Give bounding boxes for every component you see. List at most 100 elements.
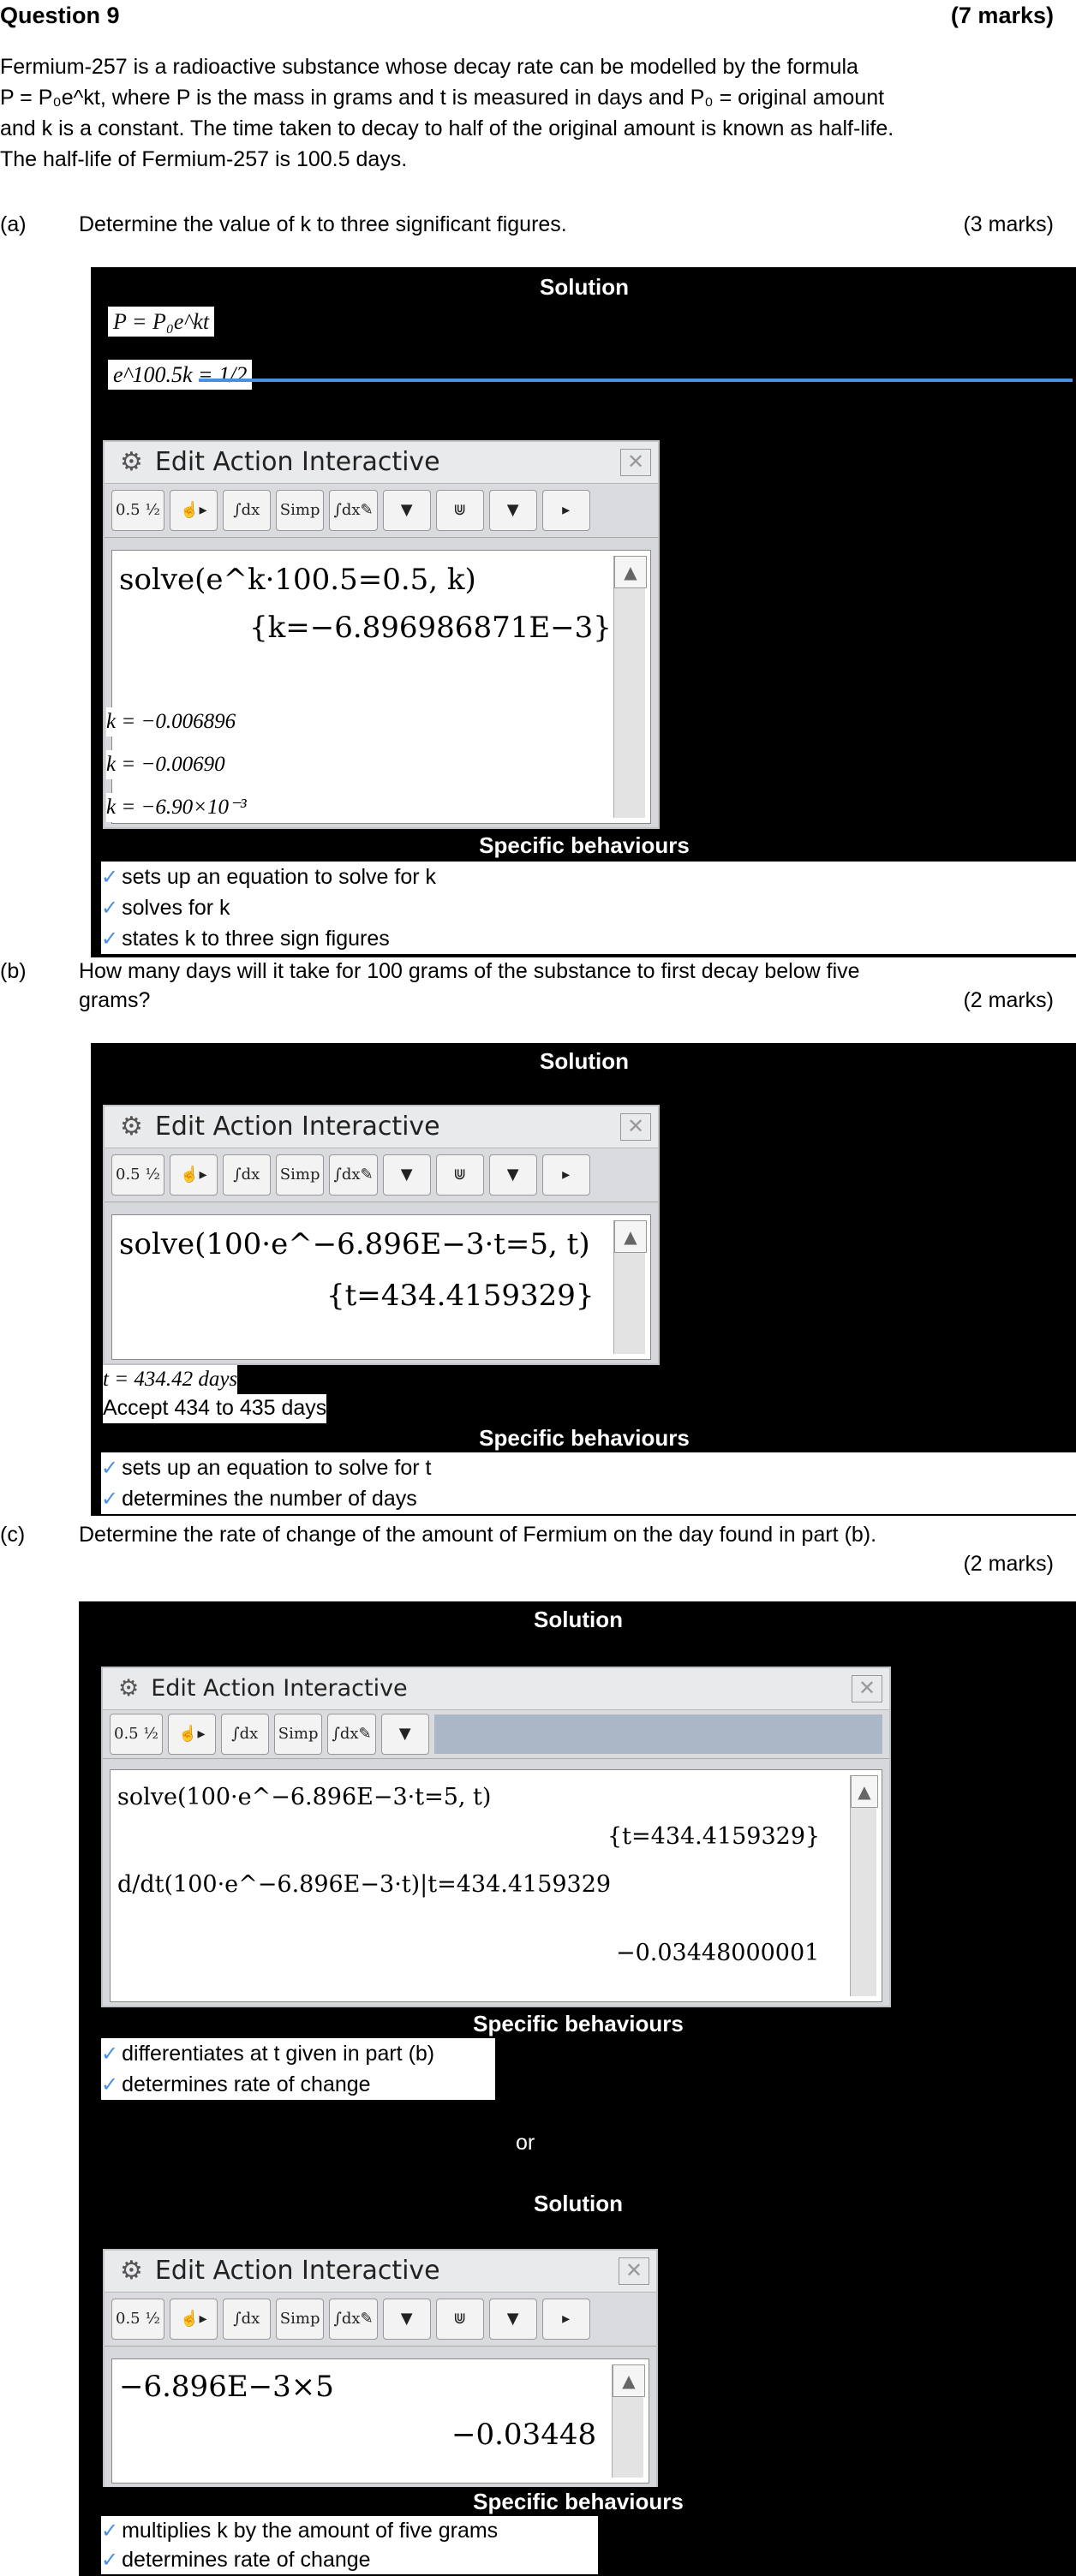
part-b-behaviours: ✓ sets up an equation to solve for t ✓ det… bbox=[101, 1452, 1076, 1514]
integral-edit-button[interactable]: ∫dx✎ bbox=[329, 490, 378, 531]
part-a-answer-1: k = −0.006896 bbox=[106, 707, 236, 736]
calculator-window-c: ⚙ Edit Action Interactive ✕ 0.5 ½ ☝▸ ∫dx S… bbox=[101, 1667, 891, 2007]
calculator-window-c2: ⚙ Edit Action Interactive ✕ 0.5 ½ ☝▸ ∫dx S… bbox=[103, 2249, 658, 2489]
check-icon: ✓ bbox=[101, 2549, 119, 2572]
calc-work-area[interactable]: solve(100·e^−6.896E−3·t=5, t) {t=434.415… bbox=[111, 1214, 651, 1360]
behaviour-item: ✓ states k to three sign figures bbox=[101, 927, 390, 951]
calc-work-area[interactable]: −6.896E−3×5 −0.03448 ▲ bbox=[111, 2358, 649, 2484]
scrollbar[interactable]: ▲ bbox=[850, 1775, 878, 1996]
dropdown-button[interactable]: ▼ bbox=[382, 1154, 431, 1196]
integral-edit-button[interactable]: ∫dx✎ bbox=[327, 1714, 376, 1755]
calc-menu[interactable]: Edit Action Interactive bbox=[155, 1112, 440, 1142]
part-a-behaviours: ✓ sets up an equation to solve for k ✓ sol… bbox=[101, 862, 1076, 954]
part-a-question: Determine the value of k to three signif… bbox=[79, 212, 567, 236]
dropdown-button[interactable]: ▼ bbox=[382, 2299, 431, 2340]
calc-input: −6.896E−3×5 bbox=[119, 2370, 334, 2404]
integral-edit-button[interactable]: ∫dx✎ bbox=[329, 1154, 378, 1196]
integral-button[interactable]: ∫dx bbox=[222, 490, 271, 531]
dropdown-button-2[interactable]: ▼ bbox=[488, 2299, 537, 2340]
scroll-up-icon[interactable]: ▲ bbox=[614, 556, 647, 588]
calc-work-area[interactable]: solve(100·e^−6.896E−3·t=5, t) {t=434.415… bbox=[110, 1769, 882, 2002]
fraction-button[interactable]: 0.5 ½ bbox=[111, 490, 164, 531]
hand-button[interactable]: ☝▸ bbox=[169, 1154, 218, 1196]
check-icon: ✓ bbox=[101, 1457, 119, 1480]
close-icon[interactable]: ✕ bbox=[620, 449, 651, 476]
part-b-answer-2: Accept 434 to 435 days bbox=[103, 1394, 327, 1423]
scrollbar[interactable]: ▲ bbox=[613, 1220, 647, 1354]
next-button[interactable]: ▸ bbox=[541, 490, 590, 531]
intro-line-2: P = P₀e^kt, where P is the mass in grams… bbox=[0, 86, 885, 110]
part-c-solution-title-2: Solution bbox=[81, 2189, 1076, 2218]
part-b-marks: (2 marks) bbox=[963, 988, 1054, 1012]
integral-edit-button[interactable]: ∫dx✎ bbox=[329, 2299, 378, 2340]
graph-button[interactable]: ⋓ bbox=[435, 2299, 484, 2340]
divider-line bbox=[199, 379, 1073, 382]
part-b-answer-1: t = 434.42 days bbox=[103, 1365, 238, 1394]
next-button[interactable]: ▸ bbox=[541, 2299, 590, 2340]
close-icon[interactable]: ✕ bbox=[852, 1675, 882, 1702]
fraction-button[interactable]: 0.5 ½ bbox=[111, 1154, 164, 1196]
simp-button[interactable]: Simp bbox=[275, 2299, 325, 2340]
behaviour-item: ✓ sets up an equation to solve for t bbox=[101, 1456, 432, 1480]
gear-icon[interactable]: ⚙ bbox=[118, 1675, 139, 1702]
calc-input: solve(e^k·100.5=0.5, k) bbox=[119, 563, 476, 597]
part-c-marks: (2 marks) bbox=[963, 1552, 1054, 1576]
calc-output: {k=−6.896986871E−3} bbox=[249, 611, 612, 645]
calc-menu[interactable]: Edit Action Interactive bbox=[155, 447, 440, 477]
graph-button[interactable]: ⋓ bbox=[435, 1154, 484, 1196]
calc-input: solve(100·e^−6.896E−3·t=5, t) bbox=[119, 1227, 590, 1261]
simp-button[interactable]: Simp bbox=[275, 1154, 325, 1196]
scroll-up-icon[interactable]: ▲ bbox=[851, 1775, 878, 1808]
scrollbar[interactable]: ▲ bbox=[612, 2364, 645, 2478]
scroll-up-icon[interactable]: ▲ bbox=[614, 1220, 647, 1253]
simp-button[interactable]: Simp bbox=[273, 1714, 323, 1755]
close-icon[interactable]: ✕ bbox=[620, 1113, 651, 1141]
scroll-up-icon[interactable]: ▲ bbox=[613, 2364, 645, 2397]
check-icon: ✓ bbox=[101, 897, 119, 920]
part-a-behaviours-title: Specific behaviours bbox=[93, 831, 1076, 860]
part-a-marks: (3 marks) bbox=[963, 212, 1054, 236]
integral-button[interactable]: ∫dx bbox=[222, 1154, 271, 1196]
part-a-answer-3: k = −6.90×10⁻³ bbox=[106, 793, 247, 822]
or-label: or bbox=[516, 2131, 535, 2155]
part-c-solution-title: Solution bbox=[81, 1605, 1076, 1634]
graph-button[interactable]: ⋓ bbox=[435, 490, 484, 531]
check-icon: ✓ bbox=[101, 927, 119, 951]
integral-button[interactable]: ∫dx bbox=[220, 1714, 269, 1755]
behaviour-item: ✓ determines the number of days bbox=[101, 1487, 417, 1511]
part-b-question-2: grams? bbox=[79, 988, 151, 1012]
gear-icon[interactable]: ⚙ bbox=[120, 2256, 143, 2286]
calc-work-area[interactable]: solve(e^k·100.5=0.5, k) {k=−6.896986871E… bbox=[111, 550, 651, 824]
gear-icon[interactable]: ⚙ bbox=[120, 447, 143, 477]
close-icon[interactable]: ✕ bbox=[619, 2257, 649, 2285]
part-b-label: (b) bbox=[0, 959, 27, 983]
part-a-eq2: e^100.5k = 1/2 bbox=[108, 360, 253, 391]
toolbar-spacer bbox=[433, 1714, 882, 1754]
calc-toolbar: 0.5 ½ ☝▸ ∫dx Simp ∫dx✎ ▼ ⋓ ▼ ▸ bbox=[105, 1148, 658, 1202]
hand-button[interactable]: ☝▸ bbox=[169, 490, 218, 531]
dropdown-button-2[interactable]: ▼ bbox=[488, 1154, 537, 1196]
behaviour-item: ✓ multiplies k by the amount of five gram… bbox=[101, 2519, 499, 2543]
hand-button[interactable]: ☝▸ bbox=[169, 2299, 218, 2340]
part-a-eq1: P = P₀e^kt bbox=[108, 307, 215, 337]
dropdown-button[interactable]: ▼ bbox=[382, 490, 431, 531]
fraction-button[interactable]: 0.5 ½ bbox=[111, 2299, 164, 2340]
integral-button[interactable]: ∫dx bbox=[222, 2299, 271, 2340]
part-a-label: (a) bbox=[0, 212, 27, 236]
next-button[interactable]: ▸ bbox=[541, 1154, 590, 1196]
gear-icon[interactable]: ⚙ bbox=[120, 1112, 143, 1142]
calc-menu[interactable]: Edit Action Interactive bbox=[155, 2256, 440, 2286]
part-a-solution-title: Solution bbox=[93, 272, 1076, 301]
part-c-behaviours-title-2: Specific behaviours bbox=[81, 2487, 1076, 2516]
part-b-question-1: How many days will it take for 100 grams… bbox=[79, 959, 860, 983]
calc-output: −0.03448 bbox=[451, 2418, 597, 2452]
simp-button[interactable]: Simp bbox=[275, 490, 325, 531]
dropdown-button-2[interactable]: ▼ bbox=[488, 490, 537, 531]
dropdown-button[interactable]: ▼ bbox=[380, 1714, 429, 1755]
fraction-button[interactable]: 0.5 ½ bbox=[110, 1714, 163, 1755]
check-icon: ✓ bbox=[101, 2519, 119, 2543]
intro-line-3: and k is a constant. The time taken to d… bbox=[0, 116, 894, 140]
calc-menu[interactable]: Edit Action Interactive bbox=[151, 1675, 407, 1702]
scrollbar[interactable]: ▲ bbox=[613, 556, 647, 818]
hand-button[interactable]: ☝▸ bbox=[167, 1714, 216, 1755]
